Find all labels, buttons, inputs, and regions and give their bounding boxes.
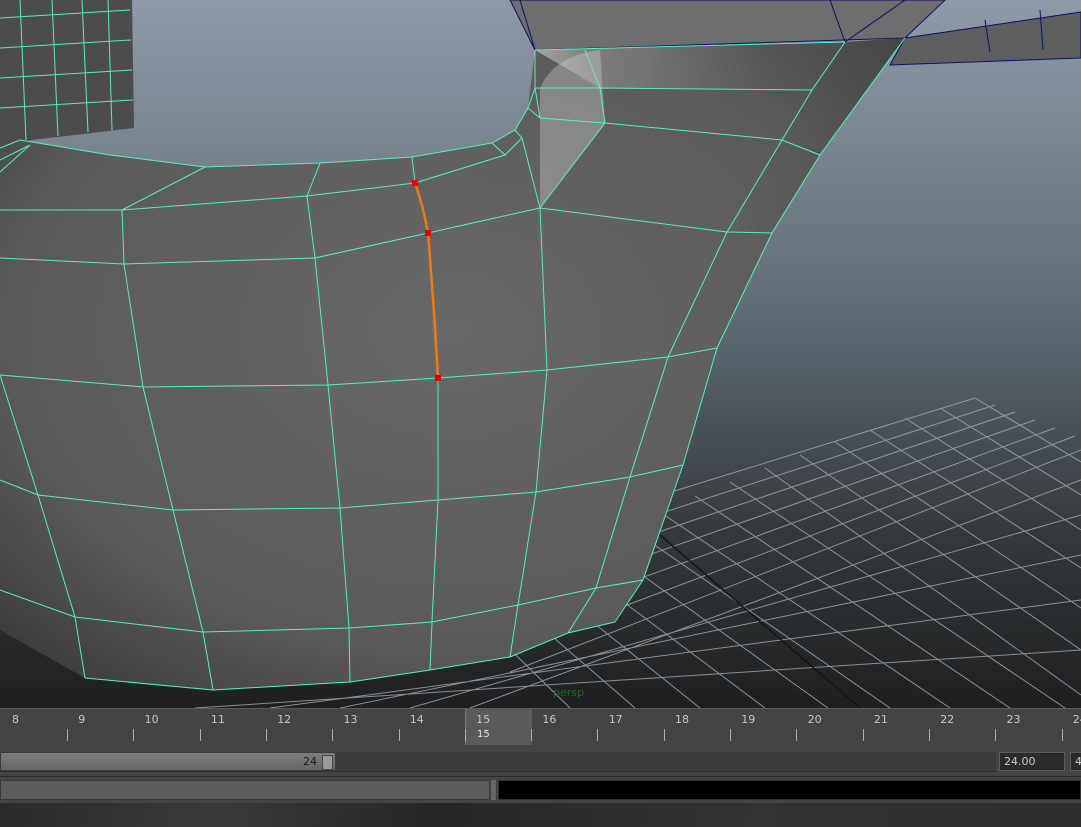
frame-tick xyxy=(398,729,400,741)
playback-end-field[interactable]: 4 xyxy=(1070,752,1081,771)
time-slider[interactable]: 15 8 9 10 11 12 13 14 15 16 17 18 19 20 21 22 23 24 xyxy=(0,708,1081,748)
frame-label: 24 xyxy=(1072,713,1081,726)
selected-vertex[interactable] xyxy=(435,375,441,381)
command-output xyxy=(498,780,1081,800)
frame-label: 19 xyxy=(741,713,756,726)
frame-tick xyxy=(265,729,267,741)
frame-label: 17 xyxy=(608,713,623,726)
range-slider[interactable]: 24 xyxy=(0,752,336,771)
frame-label: 9 xyxy=(78,713,86,726)
frame-tick xyxy=(730,729,731,741)
frame-label: 13 xyxy=(343,713,358,726)
frame-tick xyxy=(663,729,665,741)
frame-tick xyxy=(796,729,798,741)
frame-label: 15 xyxy=(476,713,491,726)
viewport-canvas[interactable] xyxy=(0,0,1081,708)
current-frame-value: 15 xyxy=(477,729,490,740)
command-line xyxy=(0,777,1081,803)
frame-tick xyxy=(133,729,135,741)
frame-label: 20 xyxy=(807,713,822,726)
frame-label: 21 xyxy=(873,713,888,726)
frame-tick xyxy=(67,729,68,741)
selected-vertex[interactable] xyxy=(425,230,431,236)
camera-label: persp xyxy=(553,686,584,699)
frame-tick xyxy=(1061,729,1063,741)
frame-label: 10 xyxy=(144,713,159,726)
frame-tick xyxy=(464,729,466,741)
frame-tick xyxy=(332,729,334,741)
range-slider-handle[interactable] xyxy=(322,755,333,770)
range-slider-bar[interactable]: 24 24.00 4 xyxy=(0,747,1081,776)
frame-label: 16 xyxy=(542,713,557,726)
frame-tick xyxy=(597,729,599,741)
frame-tick xyxy=(862,729,864,741)
frame-label: 18 xyxy=(675,713,689,726)
frame-tick xyxy=(995,729,997,741)
range-slider-value: 24 xyxy=(303,755,317,768)
current-frame-marker[interactable]: 15 xyxy=(465,709,532,745)
frame-tick xyxy=(928,729,930,741)
frame-tick xyxy=(531,729,533,741)
frame-label: 11 xyxy=(210,713,225,726)
command-input[interactable] xyxy=(0,780,490,800)
frame-tick xyxy=(199,729,201,741)
background-mesh-handle xyxy=(0,0,134,148)
command-divider[interactable] xyxy=(491,780,496,800)
frame-label: 14 xyxy=(409,713,424,726)
frame-label: 8 xyxy=(12,713,19,726)
help-line xyxy=(0,803,1081,827)
perspective-viewport[interactable]: persp xyxy=(0,0,1081,708)
selected-vertex[interactable] xyxy=(412,180,418,186)
frame-label: 12 xyxy=(277,713,292,726)
frame-label: 22 xyxy=(940,713,955,726)
frame-label: 23 xyxy=(1006,713,1021,726)
end-time-field[interactable]: 24.00 xyxy=(999,752,1065,771)
